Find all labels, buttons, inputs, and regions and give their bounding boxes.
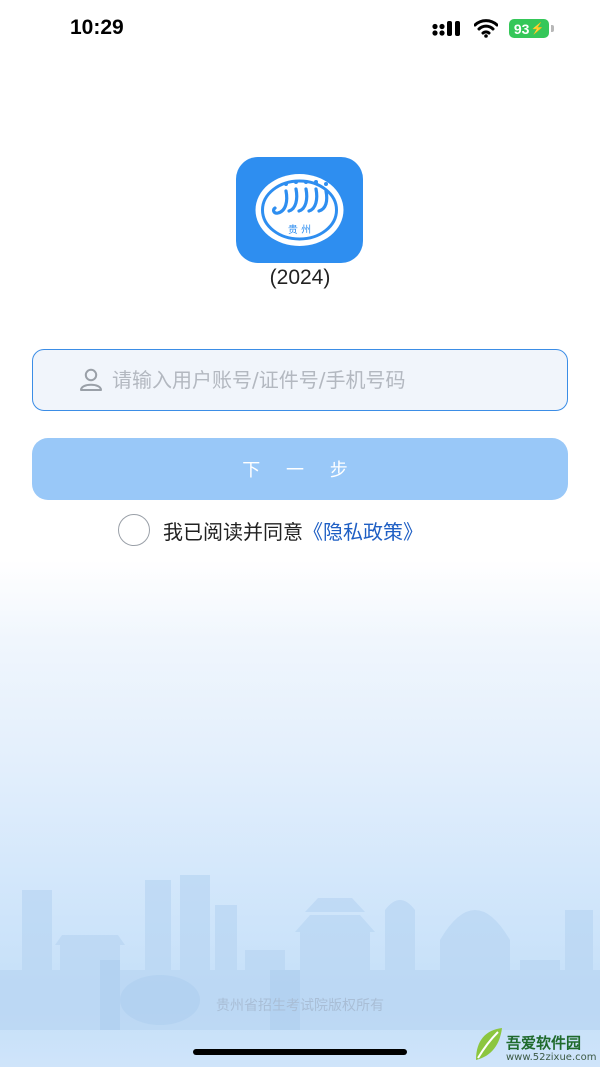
account-input[interactable] [112, 350, 567, 410]
logo-emblem-icon: 贵 州 [255, 174, 344, 246]
app-version: (2024) [269, 266, 331, 289]
copyright-text: 贵州省招生考试院版权所有 [216, 998, 384, 1014]
watermark: 吾爱软件园 www.52zixue.com [470, 1020, 598, 1067]
logo-emblem-text: 贵 州 [288, 223, 311, 236]
agreement-text: 我已阅读并同意 [163, 519, 303, 544]
next-button[interactable]: 下 一 步 [32, 438, 568, 500]
battery-tip [551, 25, 554, 32]
leaf-logo-icon [476, 1028, 502, 1060]
agreement-row: 我已阅读并同意 《隐私政策》 [118, 514, 423, 546]
account-field[interactable] [32, 349, 568, 411]
battery-icon: 93 ⚡ [509, 19, 549, 38]
charging-bolt-icon: ⚡ [530, 23, 545, 35]
signal-icon [432, 21, 460, 36]
agree-checkbox[interactable] [118, 514, 150, 546]
privacy-policy-link[interactable]: 《隐私政策》 [303, 516, 423, 545]
watermark-url: www.52zixue.com [506, 1052, 597, 1063]
app-logo: 贵 州 [236, 157, 363, 263]
wifi-icon [474, 19, 498, 38]
login-screen: 10:29 93 ⚡ 贵 州 (2024) 请输入用户账号/证件号/手机号码 下… [0, 0, 600, 1067]
user-icon [80, 368, 102, 391]
home-indicator [193, 1049, 407, 1055]
battery-level: 93 [513, 20, 530, 37]
status-bar: 10:29 93 ⚡ [0, 0, 600, 58]
watermark-title: 吾爱软件园 [506, 1034, 582, 1052]
status-time: 10:29 [70, 16, 124, 39]
